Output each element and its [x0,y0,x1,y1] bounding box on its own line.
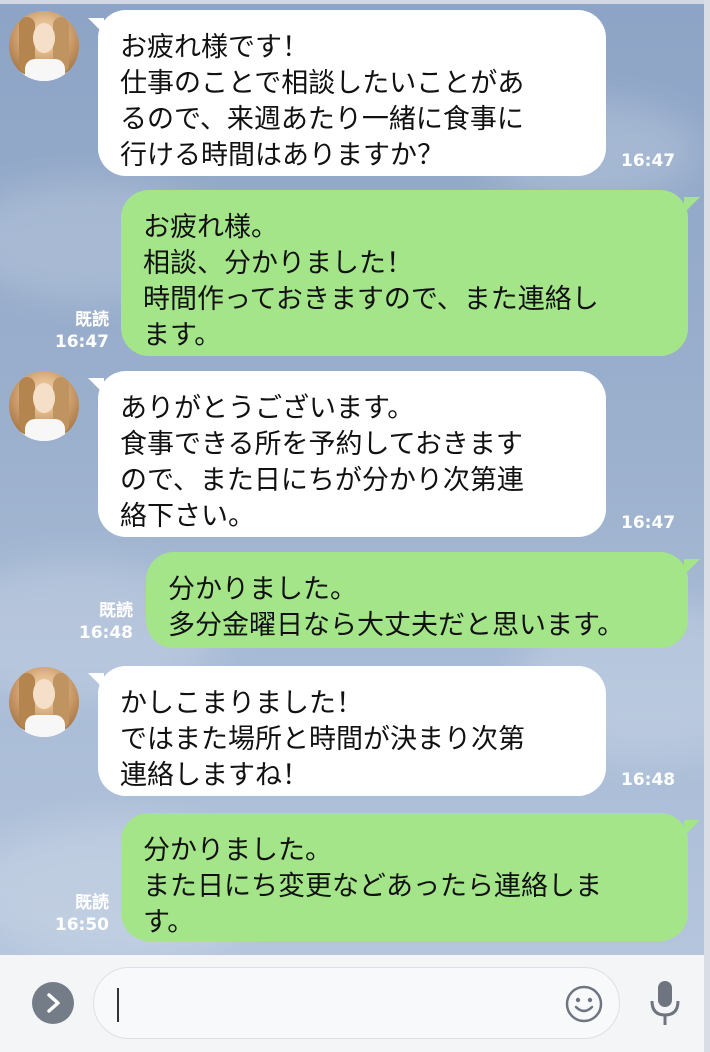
chat-screen: お疲れ様です！ 仕事のことで相談したいことがあ るので、来週あたり一緒に食事に … [0,0,710,1052]
message-time: 16:47 [54,332,109,352]
sender-avatar[interactable] [9,667,79,737]
outgoing-message-bubble[interactable]: 分かりました。 多分金曜日なら大丈夫だと思います。 [146,552,688,648]
incoming-message-bubble[interactable]: かしこまりました！ ではまた場所と時間が決まり次第 連絡しますね！ [98,666,606,796]
smiley-icon[interactable] [564,984,604,1024]
message-time: 16:50 [54,915,109,935]
sender-avatar[interactable] [9,11,79,81]
microphone-icon[interactable] [645,979,685,1029]
text-caret [117,988,119,1022]
top-divider [0,0,710,4]
message-input-bar [0,955,704,1052]
incoming-message-bubble[interactable]: ありがとうございます。 食事できる所を予約しておきます ので、また日にちが分かり… [98,371,606,537]
message-time: 16:47 [621,513,676,533]
outgoing-message-bubble[interactable]: お疲れ様。 相談、分かりました！ 時間作っておきますので、また連絡し ます。 [121,190,688,356]
message-input[interactable] [93,967,620,1039]
read-receipt: 既読 [99,601,133,621]
chat-background[interactable]: お疲れ様です！ 仕事のことで相談したいことがあ るので、来週あたり一緒に食事に … [0,0,704,955]
incoming-message-bubble[interactable]: お疲れ様です！ 仕事のことで相談したいことがあ るので、来週あたり一緒に食事に … [98,10,606,176]
message-time: 16:48 [78,623,133,643]
sender-avatar[interactable] [9,371,79,441]
chevron-right-icon[interactable] [32,982,74,1024]
right-divider [704,0,710,1052]
outgoing-message-bubble[interactable]: 分かりました。 また日にち変更などあったら連絡しま す。 [121,813,688,941]
read-receipt: 既読 [75,310,109,330]
message-time: 16:47 [621,151,676,171]
read-receipt: 既読 [75,893,109,913]
message-time: 16:48 [621,770,676,790]
